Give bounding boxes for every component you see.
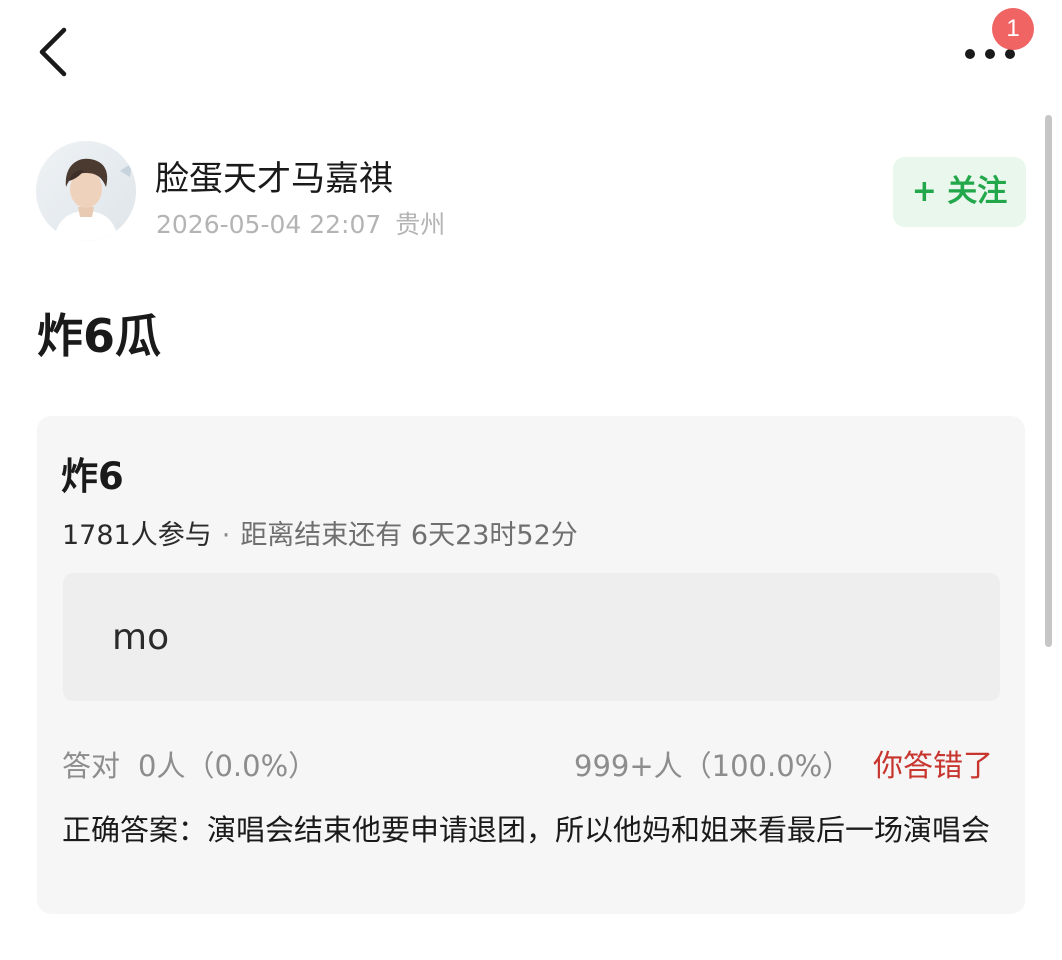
countdown-text: 距离结束还有 6天23时52分 [240, 520, 578, 551]
correct-count: 0人（0.0%） [138, 749, 318, 783]
result-label: 你答错了 [873, 749, 993, 784]
participant-count: 1781人参与 [62, 520, 212, 551]
my-answer-box [63, 573, 1000, 701]
back-button[interactable] [30, 20, 78, 84]
author-name[interactable]: 脸蛋天才马嘉祺 [155, 151, 393, 200]
quiz-title: 炸6 [61, 455, 124, 498]
correct-label: 答对 [62, 749, 121, 783]
post-location: 贵州 [395, 210, 446, 239]
post-datetime: 2026-05-04 22:07 [156, 210, 382, 239]
chevron-left-icon [39, 27, 67, 77]
notification-badge: 1 [992, 8, 1034, 50]
correct-stat: 答对 0人（0.0%） [62, 743, 317, 785]
follow-button[interactable]: + 关注 [893, 157, 1026, 227]
correct-answer-text: 正确答案：演唱会结束他要申请退团，所以他妈和姐来看最后一场演唱会 [62, 813, 991, 847]
separator-dot: · [221, 520, 231, 551]
scrollbar-thumb[interactable] [1045, 115, 1052, 647]
my-answer-text: mo [112, 617, 170, 658]
post-title: 炸6瓜 [37, 309, 162, 363]
wrong-stat: 999+人（100.0%） [574, 749, 852, 783]
author-avatar[interactable] [36, 141, 136, 241]
post-meta: 2026-05-04 22:07 贵州 [156, 205, 459, 241]
quiz-stats: 1781人参与 · 距离结束还有 6天23时52分 [62, 513, 578, 552]
